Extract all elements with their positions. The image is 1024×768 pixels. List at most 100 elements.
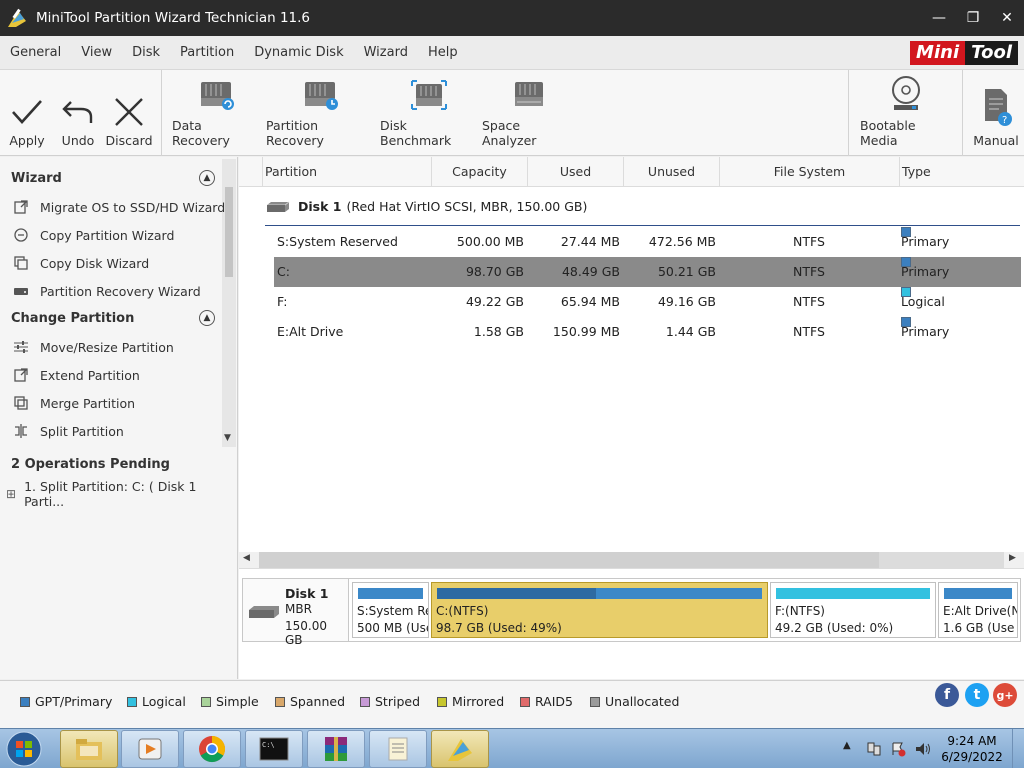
disk-map-frame: Disk 1 MBR 150.00 GB S:System Re 500 MB … (242, 578, 1021, 647)
scroll-left-icon[interactable]: ◀ (243, 553, 250, 563)
legend-unallocated: Unallocated (590, 694, 679, 709)
migrate-os-wizard[interactable]: Migrate OS to SSD/HD Wizard (12, 199, 225, 215)
table-row[interactable]: S:System Reserved 500.00 MB 27.44 MB 472… (274, 227, 1021, 257)
partition-recovery-wizard-label: Partition Recovery Wizard (40, 283, 201, 299)
minimize-button[interactable]: — (922, 0, 956, 36)
merge-partition[interactable]: Merge Partition (12, 395, 135, 411)
disk-1-row[interactable]: Disk 1 (Red Hat VirtIO SCSI, MBR, 150.00… (265, 199, 587, 214)
menu-disk[interactable]: Disk (122, 45, 170, 60)
scrollbar-thumb[interactable] (259, 552, 879, 568)
partition-usage-bar (776, 588, 930, 599)
partition-size: 500 MB (Use (357, 621, 429, 635)
start-button[interactable] (2, 730, 46, 768)
partition-recovery-wizard[interactable]: Partition Recovery Wizard (12, 283, 201, 299)
maximize-button[interactable]: ❐ (956, 0, 990, 36)
system-clock[interactable]: 9:24 AM 6/29/2022 (938, 733, 1006, 765)
cell-type-label: Primary (901, 324, 950, 339)
menu-dynamic-disk[interactable]: Dynamic Disk (244, 45, 353, 60)
move-resize-partition[interactable]: Move/Resize Partition (12, 339, 174, 355)
merge-label: Merge Partition (40, 395, 136, 411)
menu-view[interactable]: View (71, 45, 122, 60)
table-row-selected[interactable]: C: 98.70 GB 48.49 GB 50.21 GB NTFS Prima… (274, 257, 1021, 287)
menu-wizard[interactable]: Wizard (354, 45, 418, 60)
action-center-icon[interactable] (890, 741, 906, 757)
twitter-icon[interactable]: t (965, 683, 989, 707)
apply-button[interactable]: Apply (6, 70, 48, 156)
menu-partition[interactable]: Partition (170, 45, 244, 60)
taskbar-notepad[interactable] (369, 730, 427, 768)
disk-map-partition-s[interactable]: S:System Re 500 MB (Use (352, 582, 429, 638)
scrollbar-thumb[interactable] (225, 187, 233, 277)
partition-recovery-button[interactable]: Partition Recovery (266, 70, 376, 156)
tree-expand-icon[interactable]: ⊞ (6, 487, 16, 501)
undo-button[interactable]: Undo (58, 70, 98, 156)
bootable-media-button[interactable]: Bootable Media (860, 70, 952, 156)
undo-label: Undo (61, 133, 95, 148)
disk-map-partition-e[interactable]: E:Alt Drive(N 1.6 GB (Use (938, 582, 1018, 638)
table-row[interactable]: E:Alt Drive 1.58 GB 150.99 MB 1.44 GB NT… (274, 317, 1021, 347)
winrar-archive-icon (325, 737, 347, 761)
taskbar-explorer[interactable] (60, 730, 118, 768)
legend-spanned: Spanned (275, 694, 345, 709)
partition-name: F:(NTFS) (775, 604, 825, 618)
scroll-right-icon[interactable]: ▶ (1009, 553, 1016, 563)
header-unused[interactable]: Unused (624, 157, 720, 187)
discard-button[interactable]: Discard (106, 70, 153, 156)
copy-disk-wizard[interactable]: Copy Disk Wizard (12, 255, 149, 271)
network-tray-icon[interactable] (866, 741, 882, 757)
taskbar-media-player[interactable] (121, 730, 179, 768)
data-recovery-label: Data Recovery (172, 118, 230, 148)
facebook-icon[interactable]: f (935, 683, 959, 707)
window-title: MiniTool Partition Wizard Technician 11.… (36, 10, 311, 26)
split-partition[interactable]: Split Partition (12, 423, 124, 439)
menu-help[interactable]: Help (418, 45, 468, 60)
google-plus-icon[interactable]: g+ (993, 683, 1017, 707)
data-recovery-button[interactable]: Data Recovery (172, 70, 262, 156)
tray-expand-icon[interactable]: ▲ (843, 740, 851, 751)
volume-tray-icon[interactable] (914, 741, 932, 757)
table-row[interactable]: F: 49.22 GB 65.94 MB 49.16 GB NTFS Logic… (274, 287, 1021, 317)
legend-swatch (20, 696, 30, 707)
split-icon (12, 423, 30, 439)
show-desktop-button[interactable] (1012, 729, 1024, 768)
table-horizontal-scrollbar[interactable]: ◀ ▶ (239, 552, 1024, 568)
taskbar-chrome[interactable] (183, 730, 241, 768)
scroll-down-icon[interactable]: ▼ (224, 433, 231, 443)
copy-partition-wizard[interactable]: Copy Partition Wizard (12, 227, 174, 243)
collapse-change-partition-icon[interactable]: ▲ (199, 310, 215, 326)
legend-label: RAID5 (535, 694, 573, 709)
disk-benchmark-button[interactable]: Disk Benchmark (380, 70, 478, 156)
header-used[interactable]: Used (528, 157, 624, 187)
manual-button[interactable]: ? Manual (972, 70, 1020, 156)
checkmark-icon (12, 100, 42, 124)
notepad-icon (388, 737, 408, 761)
close-button[interactable]: ✕ (990, 0, 1024, 36)
cell-type-label: Logical (901, 294, 945, 309)
wizard-section-title: Wizard (11, 171, 62, 186)
header-partition[interactable]: Partition (263, 157, 432, 187)
disk-map-partition-c[interactable]: C:(NTFS) 98.7 GB (Used: 49%) (431, 582, 768, 638)
cell-capacity: 49.22 GB (465, 294, 524, 309)
merge-icon (12, 395, 30, 411)
header-file-system[interactable]: File System (720, 157, 900, 187)
space-analyzer-button[interactable]: Space Analyzer (482, 70, 576, 156)
taskbar-winrar[interactable] (307, 730, 365, 768)
taskbar-command-prompt[interactable]: C:\ (245, 730, 303, 768)
disk-benchmark-icon (411, 80, 447, 110)
disk-map-partition-f[interactable]: F:(NTFS) 49.2 GB (Used: 0%) (770, 582, 936, 638)
pending-operation-item[interactable]: ⊞ 1. Split Partition: C: ( Disk 1 Parti.… (6, 479, 237, 509)
cell-partition: F: (277, 294, 288, 309)
windows-start-icon (6, 731, 42, 767)
header-capacity[interactable]: Capacity (432, 157, 528, 187)
undo-icon (62, 101, 93, 123)
header-type[interactable]: Type (900, 157, 1024, 187)
collapse-wizard-icon[interactable]: ▲ (199, 170, 215, 186)
cell-used: 65.94 MB (560, 294, 620, 309)
taskbar-partition-wizard[interactable] (431, 730, 489, 768)
disk-map-disk-1[interactable]: Disk 1 MBR 150.00 GB (243, 579, 349, 647)
space-analyzer-icon (515, 82, 543, 106)
menu-general[interactable]: General (0, 45, 71, 60)
command-prompt-icon: C:\ (259, 737, 289, 761)
legend-swatch (590, 696, 600, 707)
extend-partition[interactable]: Extend Partition (12, 367, 140, 383)
